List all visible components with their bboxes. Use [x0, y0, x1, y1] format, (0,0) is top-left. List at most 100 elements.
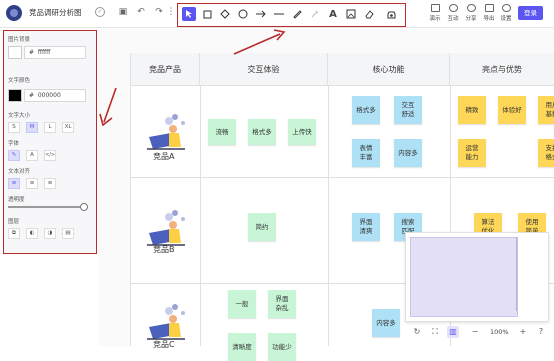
align-center-option[interactable]: ≡	[26, 178, 38, 189]
opacity-slider-track[interactable]	[8, 206, 86, 208]
undo-icon[interactable]: ↶	[135, 6, 147, 18]
image-tool-icon[interactable]	[344, 7, 358, 21]
sticky-note[interactable]: 内容多	[372, 309, 400, 337]
sticky-note[interactable]: 一般	[228, 290, 256, 318]
interact-button[interactable]: 互动	[443, 3, 463, 25]
pen-tool-icon[interactable]	[290, 7, 304, 21]
font-normal-option[interactable]: A	[26, 150, 38, 161]
sticky-note[interactable]: 交互 舒适	[394, 96, 422, 124]
person-laptop-illustration	[147, 210, 185, 246]
bg-color-swatch[interactable]	[8, 46, 22, 59]
sticky-note[interactable]: 表情 丰富	[352, 139, 380, 167]
sticky-note[interactable]: 界面 清爽	[352, 213, 380, 241]
settings-button[interactable]: 设置	[496, 3, 516, 25]
login-button[interactable]: 登录	[518, 6, 543, 20]
arrow-tool-icon[interactable]	[254, 7, 268, 21]
minimap[interactable]	[405, 232, 549, 322]
sticky-note[interactable]: 上传快	[288, 119, 316, 145]
rectangle-tool-icon[interactable]	[200, 7, 214, 21]
zoom-out-icon[interactable]: −	[469, 326, 481, 338]
font-size-l[interactable]: L	[44, 122, 56, 133]
column-divider	[200, 86, 201, 346]
opacity-slider-handle[interactable]	[80, 203, 88, 211]
row-label-a[interactable]: 竞品A	[153, 151, 174, 162]
header-core[interactable]: 核心功能	[328, 53, 450, 86]
zoom-bar: ↻ ⛶ ▥ − 100% + ?	[405, 322, 554, 346]
sticky-note[interactable]: 清晰度	[228, 333, 256, 361]
eraser-tool-icon[interactable]	[362, 7, 376, 21]
save-icon[interactable]: ▣	[117, 6, 129, 18]
sticky-note[interactable]: 体验好	[498, 96, 526, 124]
sticky-note[interactable]: 内容多	[394, 139, 422, 167]
font-code-option[interactable]: </>	[44, 150, 56, 161]
settings-label: 设置	[500, 16, 512, 22]
font-handwritten-option[interactable]: ✎	[8, 150, 20, 161]
person-laptop-illustration	[147, 304, 185, 340]
file-name[interactable]: 竞品调研分析图	[29, 7, 82, 18]
select-tool-icon[interactable]	[182, 7, 196, 21]
sticky-note[interactable]: 界面 杂乱	[268, 290, 296, 318]
minimap-toggle-icon[interactable]: ▥	[447, 326, 459, 338]
zoom-in-icon[interactable]: +	[517, 326, 529, 338]
align-label: 文本对齐	[8, 169, 31, 175]
bg-color-input[interactable]: # ffffff	[24, 46, 86, 59]
sticky-note[interactable]: 用户 基数	[538, 96, 554, 124]
minimap-content-border	[516, 237, 544, 311]
sticky-note[interactable]: 流畅	[208, 119, 236, 145]
align-left-option[interactable]: ≡	[8, 178, 20, 189]
sticker-tool-icon[interactable]	[384, 7, 398, 21]
redo-icon[interactable]: ↷	[153, 6, 165, 18]
header-highlights[interactable]: 亮点与优势	[450, 53, 554, 86]
header-interaction[interactable]: 交互体验	[200, 53, 328, 86]
text-color-input[interactable]: # 000000	[24, 89, 86, 102]
sticky-note[interactable]: 支持 格式	[538, 139, 554, 167]
header-product[interactable]: 竞品产品	[131, 53, 200, 86]
row-label-c[interactable]: 竞品C	[153, 339, 175, 350]
text-tool-icon[interactable]: A	[326, 7, 340, 21]
minimap-viewport[interactable]	[410, 237, 518, 317]
font-size-xl[interactable]: XL	[62, 122, 74, 133]
sticky-note[interactable]: 格式多	[352, 96, 380, 124]
line-tool-icon[interactable]	[272, 7, 286, 21]
hash-label: #	[29, 49, 35, 56]
sticky-note[interactable]: 运营 能力	[458, 139, 486, 167]
send-backward-icon[interactable]: ◐	[26, 228, 38, 239]
circle-tool-icon[interactable]	[236, 7, 250, 21]
present-icon	[430, 4, 440, 12]
share-button[interactable]: 分享	[461, 3, 481, 25]
highlighter-tool-icon[interactable]	[308, 7, 322, 21]
send-to-back-icon[interactable]: ⧉	[8, 228, 20, 239]
column-divider	[328, 86, 329, 346]
bring-to-front-icon[interactable]: ▤	[62, 228, 74, 239]
layer-label: 图层	[8, 219, 20, 225]
settings-icon	[501, 4, 511, 12]
app-logo[interactable]	[6, 5, 22, 21]
text-color-value: 000000	[37, 92, 61, 99]
interact-icon	[448, 4, 458, 12]
sticky-note[interactable]: 简约	[248, 213, 276, 241]
drawing-toolbar: A	[177, 3, 406, 27]
present-button[interactable]: 演示	[425, 3, 445, 25]
person-laptop-illustration	[147, 114, 185, 150]
more-menu-icon[interactable]: ⋮	[165, 6, 177, 18]
font-size-m[interactable]: M	[26, 122, 38, 133]
fit-screen-icon[interactable]: ⛶	[429, 326, 441, 338]
font-size-s[interactable]: S	[8, 122, 20, 133]
top-bar: 竞品调研分析图 ✓ ▣ ↶ ↷ ⋮ A 演示 互动 分享 导出 设置 登录	[0, 0, 554, 28]
diamond-tool-icon[interactable]	[218, 7, 232, 21]
sticky-note[interactable]: 格式多	[248, 119, 276, 145]
text-color-label: 文字颜色	[8, 78, 31, 84]
opacity-label: 透明度	[8, 197, 25, 203]
style-panel: 图片背景 # ffffff 文字颜色 # 000000 文字大小 S M L X…	[3, 30, 97, 254]
cloud-sync-icon: ✓	[95, 7, 105, 17]
sticky-note[interactable]: 精致	[458, 96, 486, 124]
font-size-label: 文字大小	[8, 113, 31, 119]
text-color-swatch[interactable]	[8, 89, 22, 102]
help-icon[interactable]: ?	[535, 326, 547, 338]
row-label-b[interactable]: 竞品B	[153, 244, 175, 255]
reset-view-icon[interactable]: ↻	[411, 326, 423, 338]
zoom-level: 100%	[490, 328, 509, 336]
align-right-option[interactable]: ≡	[44, 178, 56, 189]
sticky-note[interactable]: 功能少	[268, 333, 296, 361]
bring-forward-icon[interactable]: ◑	[44, 228, 56, 239]
